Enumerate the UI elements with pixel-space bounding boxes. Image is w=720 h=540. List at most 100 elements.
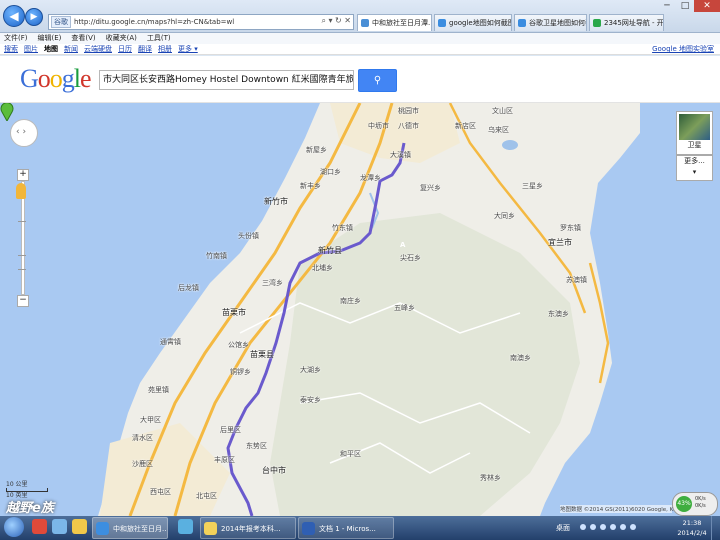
folder-icon[interactable] (72, 519, 87, 534)
gbar-search[interactable]: 搜索 (4, 44, 18, 54)
tab-satellite-howto[interactable]: 谷歌卫星地图如何截... (514, 14, 587, 31)
app-quicklaunch-icon[interactable] (32, 519, 47, 534)
tray-icon[interactable] (590, 524, 596, 530)
folder-icon (204, 522, 217, 535)
tray-icon[interactable] (610, 524, 616, 530)
site-favicon-icon (593, 19, 601, 27)
show-desktop-button[interactable] (711, 516, 720, 540)
place-label: 苗栗县 (250, 350, 274, 359)
gbar-more[interactable]: 更多 ▾ (178, 44, 198, 54)
place-label: 苏澳镇 (566, 276, 587, 284)
volume-icon[interactable] (630, 524, 636, 530)
menu-bar: 文件(F) 编辑(E) 查看(V) 收藏夹(A) 工具(T) (0, 33, 720, 44)
place-label: 头份镇 (238, 232, 259, 240)
marker-label: A (400, 241, 406, 249)
place-label: 后里区 (220, 426, 241, 434)
map-attribution[interactable]: 地图数据 ©2014 GS(2011)6020 Google, Kingway (560, 505, 693, 513)
clock-date: 2014/2/4 (677, 529, 707, 537)
place-label: 文山区 (492, 107, 513, 115)
desktop-toolbar-label[interactable]: 桌面 (556, 516, 570, 540)
place-label: 新丰乡 (300, 182, 321, 190)
menu-favorites[interactable]: 收藏夹(A) (106, 33, 137, 44)
clock[interactable]: 21:38 2014/2/4 (676, 518, 708, 538)
pegman-icon[interactable] (16, 183, 26, 199)
address-bar[interactable]: 谷歌 http://ditu.google.cn/maps?hl=zh-CN&t… (48, 14, 354, 30)
tab-label: google地图如何截图... (449, 19, 511, 27)
zoom-in-button[interactable]: + (17, 169, 29, 181)
tab-label: 谷歌卫星地图如何截... (529, 19, 586, 27)
search-icon: ⚲ (373, 75, 382, 86)
back-button[interactable]: ◀ (3, 5, 25, 27)
taskbar-item-label: 文档 1 - Micros... (319, 525, 376, 533)
place-label: 西屯区 (150, 488, 171, 496)
gbar-calendar[interactable]: 日历 (118, 44, 132, 54)
place-label: 中坜市 (368, 122, 389, 130)
taskbar-item-browser[interactable]: 中和旅社至日月... (92, 517, 168, 539)
google-logo[interactable]: Google (20, 64, 92, 94)
map-canvas[interactable]: 桃园市 文山区 中坜市 八德市 新店区 乌来区 大溪镇 新屋乡 龙潭乡 复兴乡 … (0, 103, 720, 516)
word-icon (302, 522, 315, 535)
pan-control[interactable] (10, 119, 38, 147)
minimize-button[interactable]: ─ (658, 0, 676, 12)
place-label: 龙潭乡 (360, 174, 381, 182)
gbar-maps[interactable]: 地图 (44, 44, 58, 54)
address-tools-icon[interactable]: ⌕ ▾ ↻ ✕ (321, 16, 351, 26)
place-label: 苗栗市 (222, 308, 246, 317)
maximize-button[interactable]: □ (676, 0, 694, 12)
place-label: 台中市 (262, 466, 286, 475)
place-label: 五峰乡 (394, 304, 415, 312)
taskbar-item-word[interactable]: 文档 1 - Micros... (298, 517, 394, 539)
tab-2345[interactable]: 2345网址导航 - 开创... (589, 14, 664, 31)
network-speed-widget[interactable]: 43% 0K/s 0K/s (672, 492, 718, 516)
tab-route[interactable]: 中和旅社至日月潭... (357, 14, 432, 31)
maps-favicon-icon (361, 19, 369, 27)
gbar-news[interactable]: 新闻 (64, 44, 78, 54)
scale-km: 10 公里 (6, 481, 28, 488)
gbar-images[interactable]: 图片 (24, 44, 38, 54)
upload-speed: 0K/s (695, 496, 706, 502)
place-label: 东势区 (246, 442, 267, 450)
window-controls: ─ □ ✕ (658, 0, 720, 12)
menu-file[interactable]: 文件(F) (4, 33, 28, 44)
tray-icon[interactable] (600, 524, 606, 530)
search-favicon-icon (518, 19, 526, 27)
gbar-drive[interactable]: 云端硬盘 (84, 44, 112, 54)
search-input[interactable]: 市大同区长安西路Homey Hostel Downtown 紅米國際青年旅館 (99, 70, 354, 90)
place-label: 沙鹿区 (132, 460, 153, 468)
place-label: 北屯区 (196, 492, 217, 500)
ie-icon (96, 522, 109, 535)
place-label: 铜锣乡 (230, 368, 251, 376)
tab-screenshot-howto[interactable]: google地图如何截图... (434, 14, 512, 31)
place-label: 三湾乡 (262, 279, 283, 287)
menu-tools[interactable]: 工具(T) (147, 33, 171, 44)
maps-labs-link[interactable]: Google 地图实验室 (652, 44, 714, 55)
zoom-tick (18, 269, 26, 270)
search-button[interactable]: ⚲ (358, 69, 397, 92)
watermark: 越野e族 (6, 501, 54, 516)
close-button[interactable]: ✕ (694, 0, 720, 12)
taskbar-item-document[interactable]: 2014年报考本科... (200, 517, 296, 539)
address-tag: 谷歌 (51, 16, 71, 28)
zoom-out-button[interactable]: − (17, 295, 29, 307)
search-favicon-icon (438, 19, 446, 27)
address-url[interactable]: http://ditu.google.cn/maps?hl=zh-CN&tab=… (74, 18, 234, 26)
browser-titlebar: ◀ ▶ 谷歌 http://ditu.google.cn/maps?hl=zh-… (0, 0, 720, 33)
place-label: 清水区 (132, 434, 153, 442)
more-layers-button[interactable]: 更多... ▾ (676, 155, 713, 181)
menu-view[interactable]: 查看(V) (71, 33, 95, 44)
app-quicklaunch-icon[interactable] (52, 519, 67, 534)
network-icon[interactable] (620, 524, 626, 530)
start-button[interactable] (4, 517, 24, 537)
gbar-photos[interactable]: 相册 (158, 44, 172, 54)
satellite-toggle[interactable]: 卫星 (676, 111, 713, 155)
zoom-tick (18, 221, 26, 222)
gbar-translate[interactable]: 翻译 (138, 44, 152, 54)
place-label: 后龙镇 (178, 284, 199, 292)
place-label: 苑里镇 (148, 386, 169, 394)
menu-edit[interactable]: 编辑(E) (38, 33, 62, 44)
tray-icon[interactable] (580, 524, 586, 530)
start-marker-icon[interactable] (0, 103, 14, 121)
forward-button[interactable]: ▶ (25, 8, 43, 26)
place-label: 南澳乡 (510, 354, 531, 362)
app-quicklaunch-icon[interactable] (178, 519, 193, 534)
